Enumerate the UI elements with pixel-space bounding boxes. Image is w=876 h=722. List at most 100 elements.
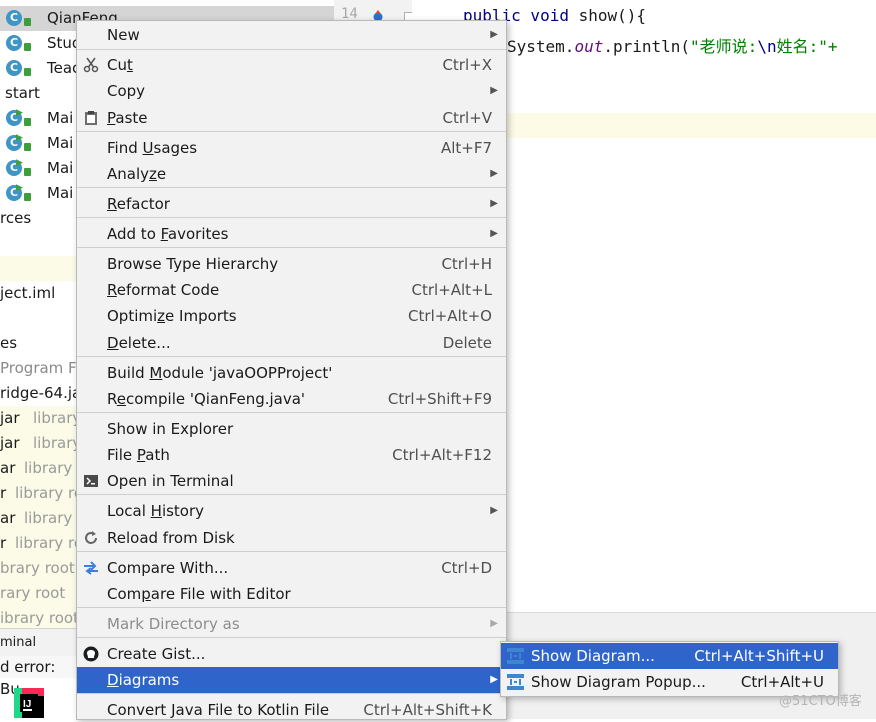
menu-separator — [77, 187, 506, 188]
menu-separator — [77, 412, 506, 413]
menu-item-shortcut: Ctrl+Alt+F12 — [392, 446, 492, 464]
menu-item-shortcut: Ctrl+H — [441, 255, 492, 273]
menu-item-label: Analyze — [107, 165, 167, 183]
menu-item-shortcut: Ctrl+Alt+L — [411, 281, 493, 299]
tree-item-label: rces — [0, 209, 32, 227]
class-icon: C — [6, 60, 22, 76]
tree-item-suffix: library ro — [15, 534, 84, 552]
menu-item-label: New — [107, 26, 140, 44]
submenu-arrow-icon: ▶ — [490, 29, 498, 40]
menu-item-reload-from-disk[interactable]: Reload from Disk — [77, 525, 506, 551]
submenu-item-shortcut: Ctrl+Alt+Shift+U — [694, 647, 824, 665]
tree-item-label: Mai — [47, 159, 74, 177]
menu-item-refactor[interactable]: Refactor ▶ — [77, 191, 506, 217]
lock-icon — [24, 143, 31, 151]
show-diagram-item[interactable]: Show Diagram... Ctrl+Alt+Shift+U — [501, 643, 838, 669]
menu-item-cut[interactable]: Cut Ctrl+X — [77, 52, 506, 78]
menu-item-convert-java-file-to-kotlin-file[interactable]: Convert Java File to Kotlin File Ctrl+Alt… — [77, 697, 506, 719]
menu-item-local-history[interactable]: Local History ▶ — [77, 498, 506, 524]
compare-icon — [83, 560, 99, 576]
menu-item-recompile-qianfeng-java[interactable]: Recompile 'QianFeng.java' Ctrl+Shift+F9 — [77, 386, 506, 412]
submenu-arrow-icon: ▶ — [490, 674, 498, 685]
menu-item-new[interactable]: New ▶ — [77, 22, 506, 48]
menu-separator — [77, 693, 506, 694]
tree-item-label: ridge-64.ja — [0, 384, 82, 402]
tree-item-label: Mai — [47, 134, 74, 152]
menu-separator — [77, 131, 506, 132]
menu-separator — [77, 494, 506, 495]
override-marker-icon[interactable] — [372, 8, 384, 22]
tree-item-label: jar — [0, 434, 20, 452]
menu-item-analyze[interactable]: Analyze ▶ — [77, 161, 506, 187]
menu-item-label: Delete... — [107, 334, 171, 352]
class-icon: C — [6, 35, 22, 51]
lock-icon — [24, 118, 31, 126]
menu-item-label: Optimize Imports — [107, 307, 237, 325]
menu-separator — [77, 247, 506, 248]
menu-item-create-gist[interactable]: Create Gist... — [77, 641, 506, 667]
tree-item-label: Mai — [47, 184, 74, 202]
code-line-2: System.out.println("老师说:\n姓名:"+ — [507, 37, 838, 56]
lock-icon — [24, 68, 31, 76]
menu-item-reformat-code[interactable]: Reformat Code Ctrl+Alt+L — [77, 277, 506, 303]
submenu-arrow-icon: ▶ — [490, 198, 498, 209]
submenu-arrow-icon: ▶ — [490, 618, 498, 629]
terminal-icon — [83, 473, 99, 489]
menu-item-shortcut: Alt+F7 — [440, 139, 492, 157]
terminal-tab[interactable]: minal — [0, 628, 78, 657]
menu-separator — [77, 637, 506, 638]
lock-icon — [24, 43, 31, 51]
tree-item-suffix: rary root — [0, 584, 66, 602]
tree-item-label: ject.iml — [0, 284, 56, 302]
menu-item-open-in-terminal[interactable]: Open in Terminal — [77, 468, 506, 494]
submenu-arrow-icon: ▶ — [490, 85, 498, 96]
tree-item-label: Mai — [47, 109, 74, 127]
menu-item-label: Open in Terminal — [107, 472, 234, 490]
run-marker-icon: ▶ — [16, 133, 23, 143]
tree-item-label: es — [0, 334, 18, 352]
menu-item-shortcut: Ctrl+Alt+O — [408, 307, 492, 325]
menu-item-mark-directory-as: Mark Directory as ▶ — [77, 611, 506, 637]
watermark-text: @51CTO博客 — [779, 694, 862, 709]
menu-item-optimize-imports[interactable]: Optimize Imports Ctrl+Alt+O — [77, 303, 506, 329]
menu-item-add-to-favorites[interactable]: Add to Favorites ▶ — [77, 221, 506, 247]
run-marker-icon: ▶ — [16, 158, 23, 168]
tree-item-suffix: library — [33, 409, 82, 427]
menu-item-diagrams[interactable]: Diagrams ▶ — [77, 667, 506, 693]
menu-item-label: Convert Java File to Kotlin File — [107, 701, 330, 719]
tree-item-label: r — [0, 534, 7, 552]
menu-item-show-in-explorer[interactable]: Show in Explorer — [77, 416, 506, 442]
menu-item-label: File Path — [107, 446, 170, 464]
menu-item-find-usages[interactable]: Find Usages Alt+F7 — [77, 135, 506, 161]
menu-item-label: Recompile 'QianFeng.java' — [107, 390, 306, 408]
tree-item-label: jar — [0, 409, 20, 427]
submenu-arrow-icon: ▶ — [490, 228, 498, 239]
menu-item-compare-with[interactable]: Compare With... Ctrl+D — [77, 555, 506, 581]
menu-item-delete[interactable]: Delete... Delete — [77, 330, 506, 356]
run-marker-icon: ▶ — [16, 183, 23, 193]
submenu-item-label: Show Diagram Popup... — [531, 673, 706, 691]
diagram-icon — [507, 674, 524, 690]
svg-text:IJ: IJ — [23, 699, 31, 710]
menu-item-label: Copy — [107, 82, 146, 100]
tree-item-suffix: library — [33, 434, 82, 452]
context-menu: New ▶ Cut Ctrl+X Copy ▶ Paste Ctrl+V Find Usages… — [76, 20, 507, 720]
build-error-text: d error: Bu — [0, 656, 78, 698]
menu-item-file-path[interactable]: File Path Ctrl+Alt+F12 — [77, 442, 506, 468]
menu-item-paste[interactable]: Paste Ctrl+V — [77, 105, 506, 131]
intellij-logo-icon[interactable]: IJ — [14, 688, 44, 718]
menu-separator — [77, 356, 506, 357]
menu-item-label: Refactor — [107, 195, 170, 213]
clipboard-icon — [83, 110, 99, 126]
menu-item-browse-type-hierarchy[interactable]: Browse Type Hierarchy Ctrl+H — [77, 251, 506, 277]
menu-item-build-module-javaoopproject[interactable]: Build Module 'javaOOPProject' — [77, 360, 506, 386]
menu-item-label: Paste — [107, 109, 148, 127]
menu-item-label: Build Module 'javaOOPProject' — [107, 364, 333, 382]
menu-item-compare-file-with-editor[interactable]: Compare File with Editor — [77, 581, 506, 607]
menu-item-label: Local History — [107, 502, 205, 520]
menu-item-copy[interactable]: Copy ▶ — [77, 78, 506, 104]
tree-item-suffix: library ro — [15, 484, 84, 502]
menu-item-label: Reload from Disk — [107, 529, 235, 547]
lock-icon — [24, 18, 31, 26]
menu-separator — [77, 217, 506, 218]
